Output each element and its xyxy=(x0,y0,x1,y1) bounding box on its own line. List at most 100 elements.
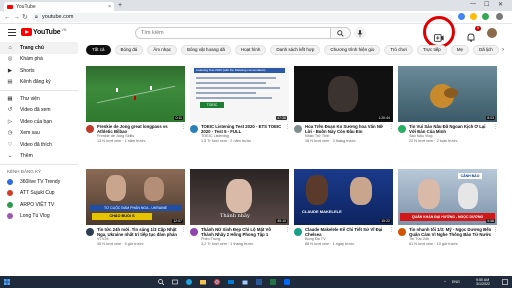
voice-search-button[interactable] xyxy=(354,27,366,39)
video-thumbnail[interactable]: Thánh nhây 45:10 xyxy=(190,169,289,225)
sidebar-item-watch-later[interactable]: ◷ Xem sau xyxy=(0,128,78,140)
video-card[interactable]: Thánh nhây 45:10 Thánh Nữ Xinh Đẹp Chỉ L… xyxy=(190,169,290,246)
clock-date[interactable]: 3/1/2022 xyxy=(476,282,490,286)
chip[interactable]: Trực tiếp xyxy=(416,45,447,55)
channel-avatar[interactable] xyxy=(190,125,198,133)
video-card[interactable]: CẢNH BÁO QUÂN KHẨN ĐẠI HƯỚNG - NGỌC DƯƠN… xyxy=(398,169,498,246)
sidebar-item-explore[interactable]: ◎ Khám phá xyxy=(0,54,78,66)
maximize-button[interactable]: ☐ xyxy=(484,1,489,8)
sidebar-item-more[interactable]: ⌄ Thêm xyxy=(0,151,78,163)
video-title[interactable]: Tin nhanh tối 1/3: Mỹ - Ngọc Dương Bến Q… xyxy=(409,227,493,237)
edge-icon[interactable] xyxy=(186,279,192,285)
chip[interactable]: Âm nhạc xyxy=(147,45,178,55)
chip-all[interactable]: Tất cả xyxy=(86,45,111,55)
youtube-logo[interactable]: YouTube VN xyxy=(21,28,66,36)
search-icon[interactable] xyxy=(158,279,164,285)
windows-start-icon[interactable] xyxy=(4,279,10,285)
address-bar[interactable]: 🔒︎ youtube.com xyxy=(32,13,452,22)
chip[interactable]: Danh sách kết hợp xyxy=(270,45,321,55)
channel-avatar[interactable] xyxy=(398,125,406,133)
video-title[interactable]: Hoa Trên Đoạn Ko Sương hoa Văn Nữ Lời - … xyxy=(305,124,389,134)
forward-icon[interactable]: → xyxy=(13,13,20,22)
channel-avatar[interactable] xyxy=(86,228,94,236)
chip[interactable]: Mẹ xyxy=(450,45,470,55)
tab-close-icon[interactable]: × xyxy=(108,4,111,10)
sidebar-item-your-videos[interactable]: ▷ Video của bạn xyxy=(0,116,78,128)
folder-icon[interactable] xyxy=(200,279,206,285)
profile-icon[interactable] xyxy=(496,13,503,20)
extension-icon[interactable] xyxy=(458,13,465,20)
video-card[interactable]: 8:03 Tin Vui Sáo Nâu Đã Ngoan Kịch Ở Lại… xyxy=(398,66,498,143)
chip[interactable]: Chương trình hiện gio xyxy=(324,45,381,55)
channel-avatar[interactable] xyxy=(86,125,94,133)
minimize-button[interactable]: — xyxy=(470,1,476,7)
mail-icon[interactable] xyxy=(228,279,234,285)
word-icon[interactable] xyxy=(256,279,262,285)
more-options-icon[interactable]: ⋮ xyxy=(181,227,186,246)
video-card[interactable]: Listening Test 2020 (with the following … xyxy=(190,66,290,143)
chip[interactable]: Trò chơi xyxy=(384,45,413,55)
video-thumbnail[interactable]: TỪ CUỘC ĐÀM PHÁN NGA - UKRAINE CHÀO BUỔI… xyxy=(86,169,185,225)
sidebar-item-home[interactable]: ⌂ Trang chủ xyxy=(0,42,78,54)
excel-icon[interactable] xyxy=(270,279,276,285)
chrome-icon[interactable] xyxy=(214,279,220,285)
video-card[interactable]: 0:11 Frenkie de Jong great longpass vs A… xyxy=(86,66,186,143)
sidebar-item-history[interactable]: ↺ Video đã xem xyxy=(0,105,78,117)
store-icon[interactable] xyxy=(242,279,248,285)
extension-icon[interactable] xyxy=(470,13,477,20)
chip[interactable]: Hoạt hình xyxy=(234,45,267,55)
video-thumbnail[interactable]: CLAUDE MAKELELE 15:22 xyxy=(294,169,393,225)
more-options-icon[interactable]: ⋮ xyxy=(285,227,290,246)
new-tab-button[interactable]: + xyxy=(118,2,122,10)
sidebar-item-subscription[interactable]: ATT Sujuki Cup xyxy=(0,188,78,200)
back-icon[interactable]: ← xyxy=(4,13,11,22)
sidebar-item-subscription[interactable]: 360live TV Trendy xyxy=(0,176,78,188)
chip[interactable]: Bóng đá xyxy=(114,45,144,55)
sidebar-item-liked[interactable]: ♡ Video đã thích xyxy=(0,139,78,151)
sidebar-item-subscription[interactable]: ARPO VIỆT TV xyxy=(0,199,78,211)
sidebar-item-subscriptions[interactable]: ▤ Kênh đăng ký xyxy=(0,77,78,89)
menu-icon[interactable] xyxy=(8,29,16,36)
search-input[interactable] xyxy=(135,27,331,39)
tray-chevron-icon[interactable]: ^ xyxy=(444,280,446,284)
video-thumbnail[interactable]: 1:20:44 xyxy=(294,66,393,122)
video-title[interactable]: Frenkie de Jong great longpass vs Athlet… xyxy=(97,124,181,134)
video-card[interactable]: 1:20:44 Hoa Trên Đoạn Ko Sương hoa Văn N… xyxy=(294,66,394,143)
task-view-icon[interactable] xyxy=(172,279,178,285)
video-thumbnail[interactable]: 8:03 xyxy=(398,66,497,122)
extension-icon[interactable] xyxy=(482,13,489,20)
video-title[interactable]: Tin Vui Sáo Nâu Đã Ngoan Kịch Ở Lại Với … xyxy=(409,124,493,134)
language-indicator[interactable]: ENG xyxy=(452,280,460,284)
more-options-icon[interactable]: ⋮ xyxy=(389,227,394,246)
more-options-icon[interactable]: ⋮ xyxy=(493,124,498,143)
channel-avatar[interactable] xyxy=(398,228,406,236)
close-window-button[interactable]: ✕ xyxy=(498,1,503,8)
sidebar-item-subscription[interactable]: Long Tú Vlog xyxy=(0,211,78,223)
sidebar-item-shorts[interactable]: ▶ Shorts xyxy=(0,65,78,77)
video-card[interactable]: CLAUDE MAKELELE 15:22 Claude Makelele Kể… xyxy=(294,169,394,246)
more-options-icon[interactable]: ⋮ xyxy=(181,124,186,143)
video-thumbnail[interactable]: 0:11 xyxy=(86,66,185,122)
chevron-right-icon[interactable]: › xyxy=(502,47,504,53)
channel-avatar[interactable] xyxy=(294,125,302,133)
video-thumbnail[interactable]: CẢNH BÁO QUÂN KHẨN ĐẠI HƯỚNG - NGỌC DƯƠN… xyxy=(398,169,497,225)
notification-center-icon[interactable] xyxy=(502,279,508,285)
channel-avatar[interactable] xyxy=(190,228,198,236)
more-options-icon[interactable]: ⋮ xyxy=(285,124,290,143)
sidebar-item-library[interactable]: ▦ Thư viện xyxy=(0,93,78,105)
video-title[interactable]: Thánh Nữ Xinh Đẹp Chỉ Lộ Mặt Vô Thánh Nh… xyxy=(201,227,285,237)
reload-icon[interactable]: ↻ xyxy=(22,13,28,22)
video-card[interactable]: TỪ CUỘC ĐÀM PHÁN NGA - UKRAINE CHÀO BUỔI… xyxy=(86,169,186,246)
chip[interactable]: Bóng vật hoang dã xyxy=(181,45,231,55)
chip[interactable]: Dã lịch xyxy=(473,45,499,55)
browser-tab[interactable]: YouTube × xyxy=(4,2,114,11)
video-title[interactable]: Claude Makelele Kể Chi Tiết Sứ Vĩ Đại Ch… xyxy=(305,227,389,237)
video-title[interactable]: TOEIC Listening Test 2020 - ETS TOEIC 20… xyxy=(201,124,285,134)
more-options-icon[interactable]: ⋮ xyxy=(493,227,498,246)
more-options-icon[interactable]: ⋮ xyxy=(389,124,394,143)
video-thumbnail[interactable]: Listening Test 2020 (with the following … xyxy=(190,66,289,122)
avatar[interactable] xyxy=(487,28,497,38)
channel-avatar[interactable] xyxy=(294,228,302,236)
search-button[interactable] xyxy=(331,27,351,39)
video-title[interactable]: Tin tức 24h mới. Tin sáng 1/3 Cập Nhật N… xyxy=(97,227,181,237)
